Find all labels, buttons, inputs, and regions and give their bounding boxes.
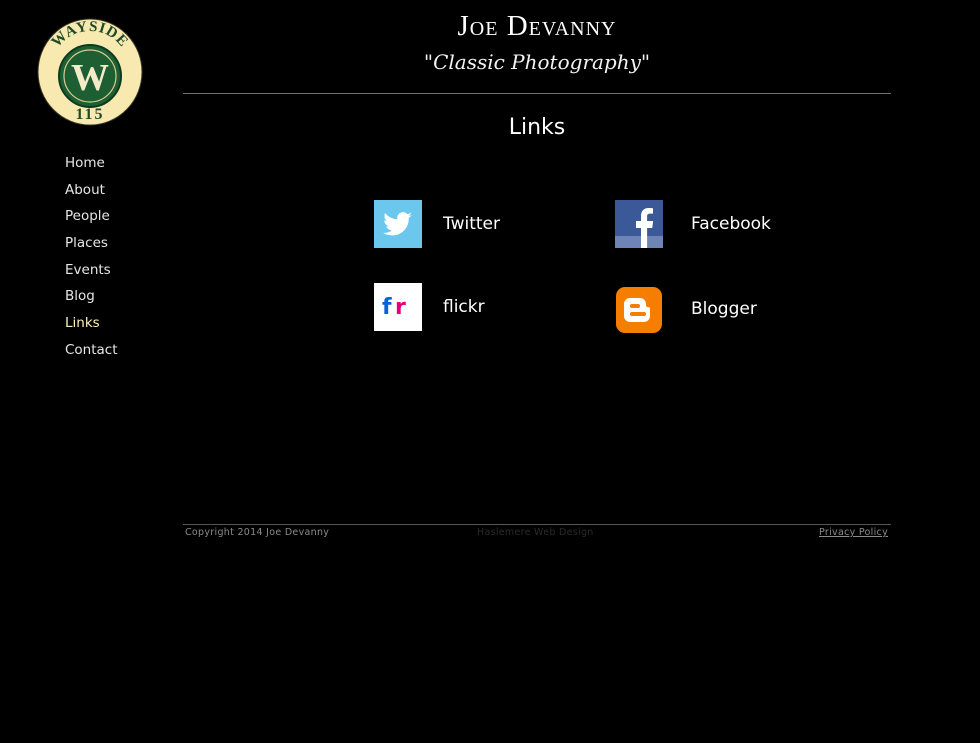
svg-text:f: f — [382, 295, 392, 320]
facebook-link[interactable]: Facebook — [615, 200, 771, 248]
facebook-icon — [615, 200, 663, 248]
site-subtitle: "Classic Photography" — [423, 50, 651, 74]
twitter-link[interactable]: Twitter — [374, 200, 500, 248]
svg-text:115: 115 — [75, 106, 104, 123]
footer-copyright: Copyright 2014 Joe Devanny — [185, 527, 330, 538]
site-title: Joe Devanny — [457, 10, 617, 42]
svg-text:r: r — [395, 295, 406, 320]
footer-designer-link[interactable]: Haslemere Web Design — [477, 527, 594, 538]
nav-item-blog[interactable]: Blog — [65, 286, 118, 313]
header-divider — [183, 93, 891, 94]
page: WAYSIDE W 115 Home About People Places E… — [0, 0, 980, 743]
nav-item-links[interactable]: Links — [65, 313, 118, 340]
nav-item-contact[interactable]: Contact — [65, 340, 118, 367]
blogger-label[interactable]: Blogger — [691, 299, 757, 319]
nav-item-home[interactable]: Home — [65, 153, 118, 180]
twitter-label[interactable]: Twitter — [443, 214, 500, 234]
nav-item-places[interactable]: Places — [65, 233, 118, 260]
flickr-link[interactable]: f r flickr — [374, 283, 485, 331]
footer-divider — [183, 524, 891, 525]
blogger-link[interactable]: Blogger — [615, 285, 757, 333]
facebook-label[interactable]: Facebook — [691, 214, 771, 234]
nav-item-people[interactable]: People — [65, 206, 118, 233]
flickr-icon: f r — [374, 283, 422, 331]
svg-text:W: W — [71, 57, 109, 99]
page-title: Links — [508, 115, 566, 140]
nav-item-about[interactable]: About — [65, 180, 118, 207]
wayside-logo[interactable]: WAYSIDE W 115 — [37, 18, 143, 126]
blogger-icon — [616, 287, 662, 333]
main-nav: Home About People Places Events Blog Lin… — [65, 153, 118, 367]
flickr-label[interactable]: flickr — [443, 297, 485, 317]
privacy-policy-link[interactable]: Privacy Policy — [819, 527, 888, 538]
nav-item-events[interactable]: Events — [65, 260, 118, 287]
twitter-icon — [374, 200, 422, 248]
